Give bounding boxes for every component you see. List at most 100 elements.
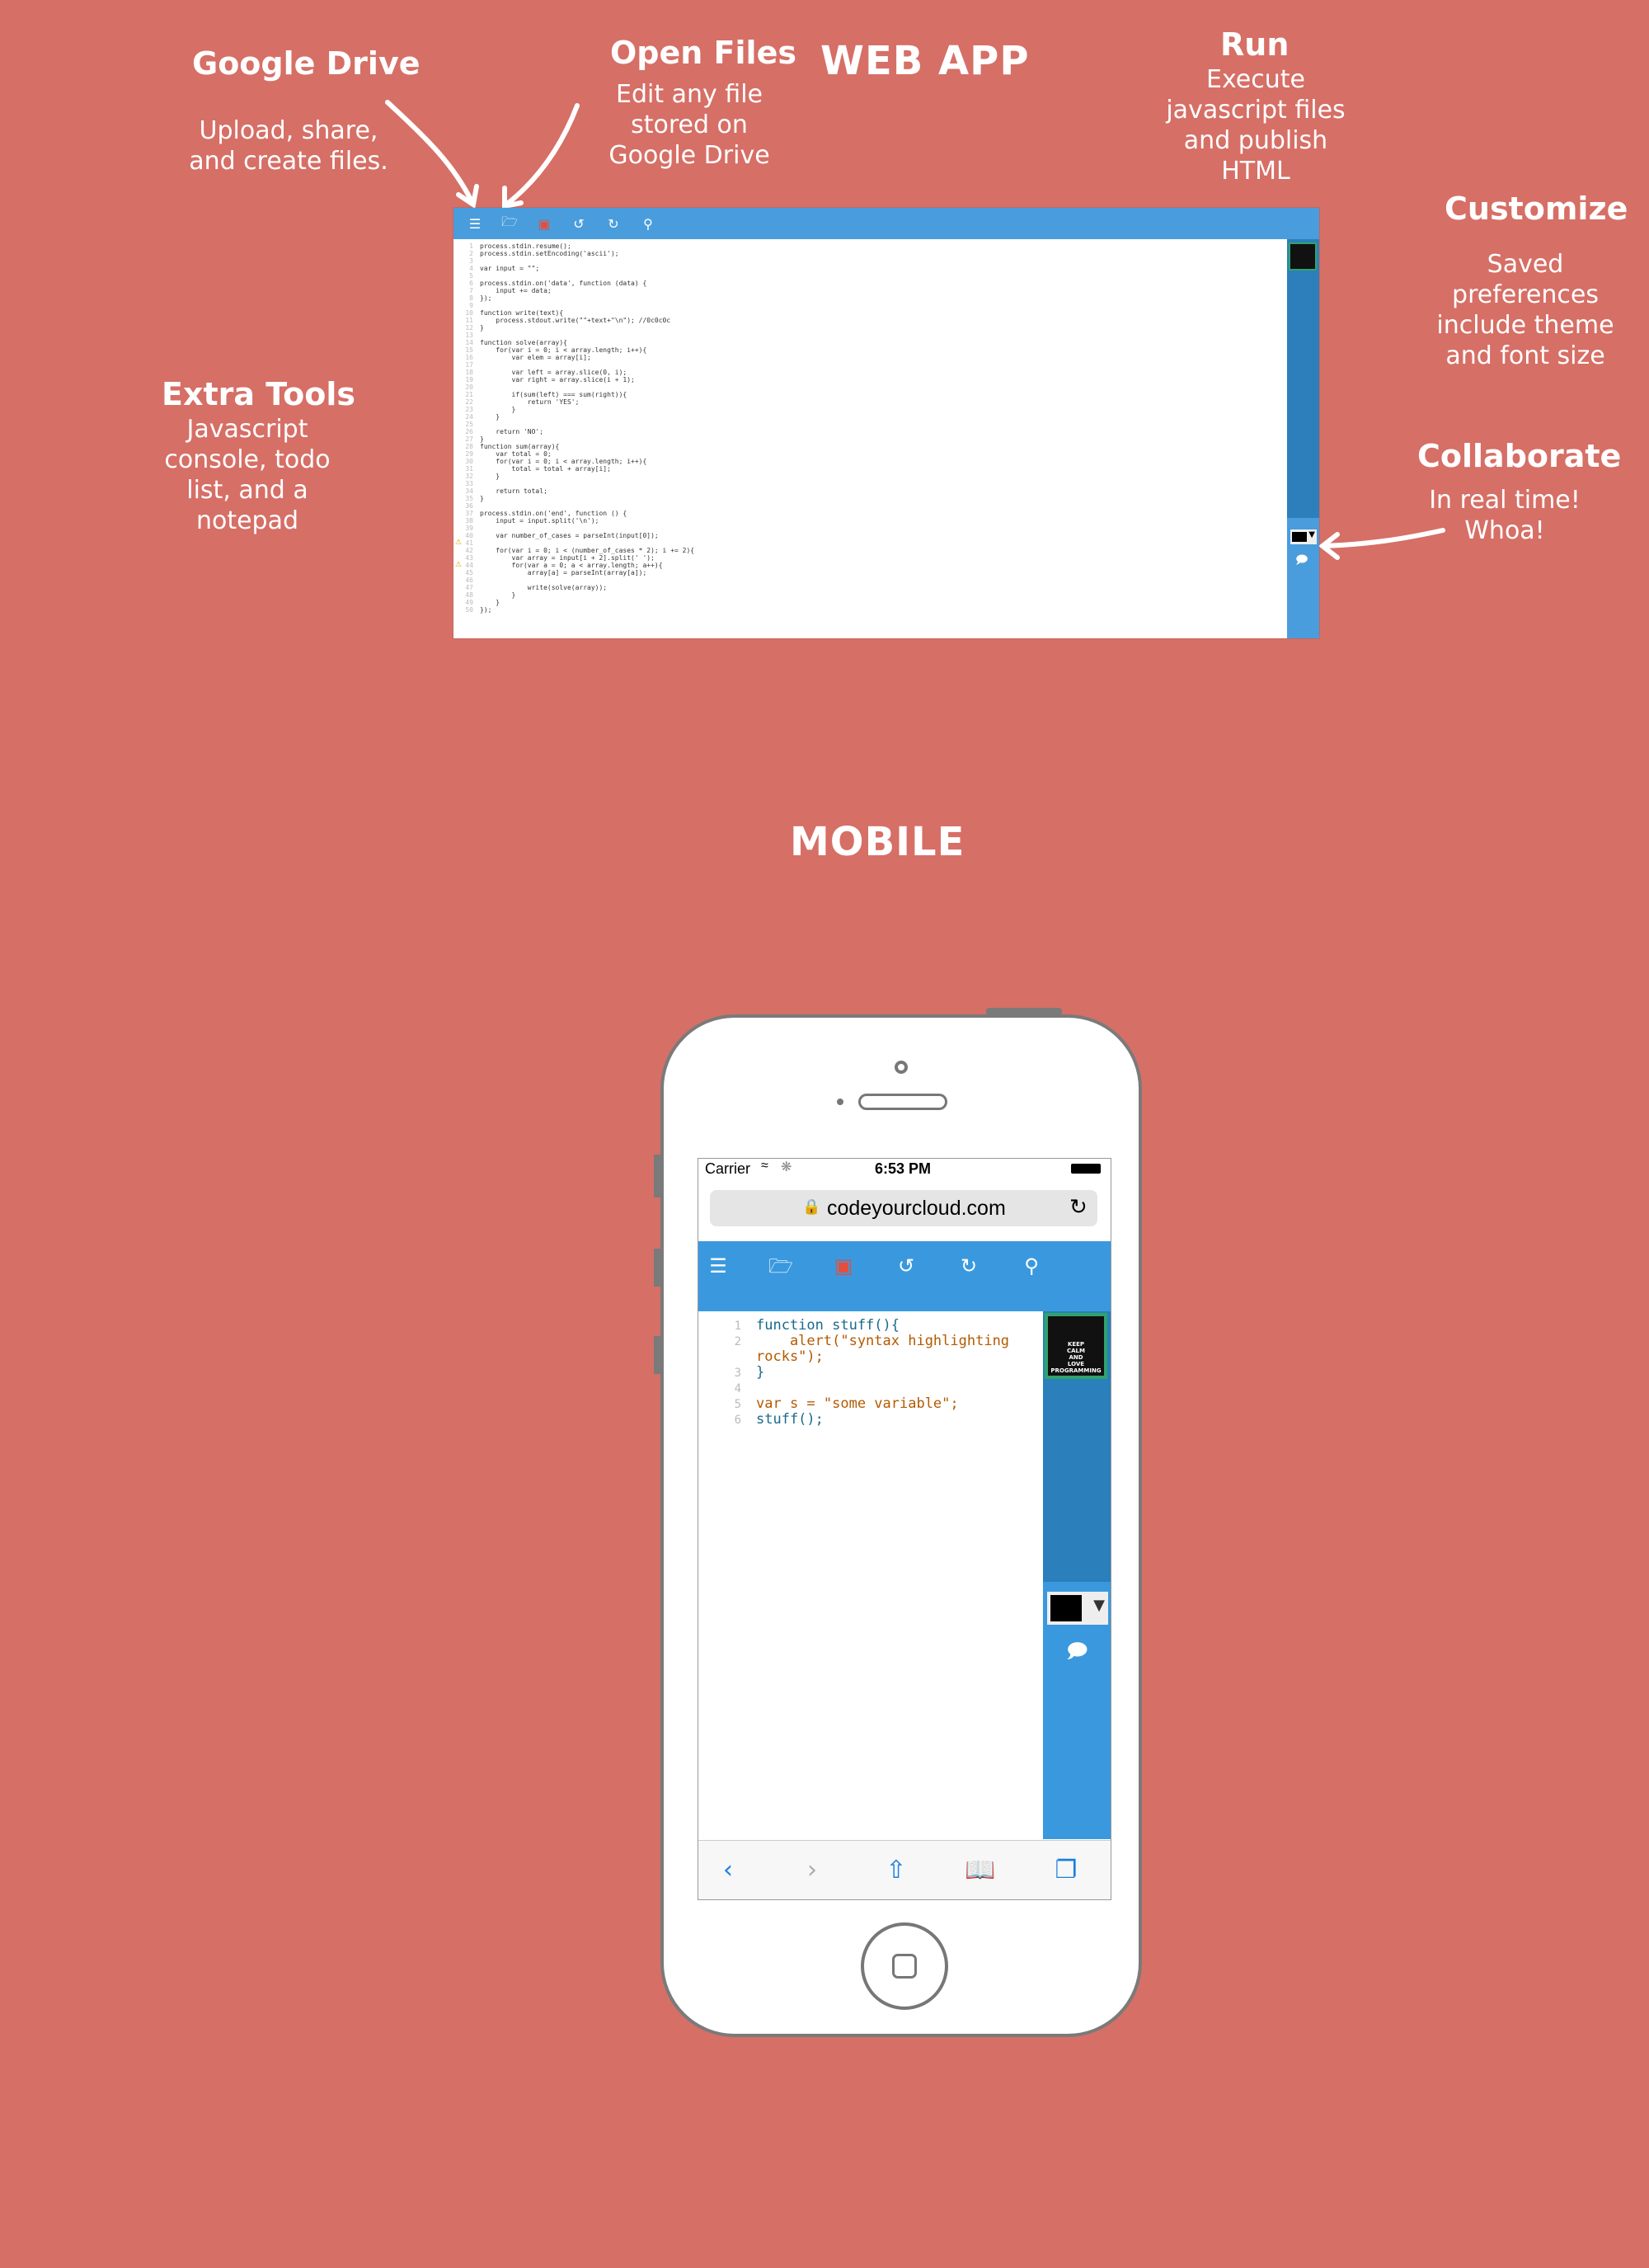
web-sidebar-panel	[1287, 239, 1319, 518]
code-line: 2 alert("syntax highlighting	[698, 1334, 1009, 1350]
code-line: 1 function stuff(){	[698, 1318, 900, 1334]
chat-icon[interactable]: 🗩	[1066, 1637, 1088, 1671]
line-number: 7	[469, 287, 473, 294]
line-number: 9	[469, 302, 473, 309]
code-line: 32 }	[453, 473, 500, 480]
web-code-editor[interactable]: ⚠ ⚠ 1 process.stdin.resume(); 2 process.std…	[453, 239, 1287, 635]
bookmarks-icon[interactable]: 📖	[962, 1852, 998, 1889]
code-text: }	[480, 324, 484, 332]
line-number: 29	[465, 450, 473, 458]
line-number: 28	[465, 443, 473, 450]
folder-open-icon[interactable]: 🗁	[493, 208, 526, 239]
line-number: 36	[465, 502, 473, 510]
code-text: process.stdout.write(""+text+"\n"); //0c…	[480, 317, 671, 324]
code-line: 50});	[453, 606, 491, 614]
back-icon[interactable]: ‹	[710, 1852, 746, 1889]
line-number: 35	[465, 495, 473, 502]
code-line: 33	[453, 480, 480, 487]
code-line: 9	[453, 302, 480, 309]
line-number: 25	[465, 421, 473, 428]
line-number: 48	[465, 591, 473, 599]
line-number: 10	[465, 309, 473, 317]
line-number: 47	[465, 584, 473, 591]
line-number: 27	[465, 435, 473, 443]
code-line: 20	[453, 383, 480, 391]
line-number: 50	[465, 606, 473, 614]
line-number: 5	[734, 1398, 741, 1411]
home-button[interactable]	[861, 1922, 948, 2010]
share-icon[interactable]: ⇧	[878, 1852, 914, 1889]
code-text: process.stdin.setEncoding('ascii');	[480, 250, 619, 257]
code-line: 12}	[453, 324, 484, 332]
code-line: 35}	[453, 495, 484, 502]
redo-icon[interactable]: ↻	[952, 1249, 985, 1282]
battery-icon	[1071, 1164, 1101, 1174]
code-line: 18 var left = array.slice(0, i);	[453, 369, 627, 376]
reload-icon[interactable]: ↻	[1069, 1194, 1088, 1220]
status-time: 6:53 PM	[875, 1160, 932, 1177]
code-line: 48 }	[453, 591, 515, 599]
line-number: 19	[465, 376, 473, 383]
code-line: 3}	[698, 1365, 765, 1381]
code-text: var array = input[i + 2].split(' ');	[480, 554, 655, 562]
code-text: var left = array.slice(0, i);	[480, 369, 627, 376]
line-number: 3	[734, 1367, 741, 1380]
code-line: 23 }	[453, 406, 515, 413]
undo-icon[interactable]: ↺	[562, 208, 595, 239]
code-line: 30 for(var i = 0; i < array.length; i++)…	[453, 458, 646, 465]
theme-selector[interactable]: ▼	[1047, 1592, 1108, 1625]
menu-icon[interactable]: ☰	[702, 1249, 735, 1282]
line-number: 43	[465, 554, 473, 562]
menu-icon[interactable]: ☰	[458, 208, 491, 239]
redo-icon[interactable]: ↻	[597, 208, 630, 239]
save-icon[interactable]: ▣	[827, 1249, 860, 1282]
line-number: 17	[465, 361, 473, 369]
google-drive-arrow	[385, 100, 474, 204]
mobile-code-editor[interactable]: 1 function stuff(){2 alert("syntax highli…	[698, 1311, 1043, 1839]
line-number: 6	[469, 280, 473, 287]
address-bar[interactable]: 🔒 codeyourcloud.com ↻	[710, 1190, 1097, 1226]
code-text: for(var i = 0; i < (number_of_cases * 2)…	[480, 547, 695, 554]
web-toolbar: ☰ 🗁 ▣ ↺ ↻ ⚲	[453, 208, 1319, 239]
line-number: 39	[465, 525, 473, 532]
search-icon[interactable]: ⚲	[1015, 1249, 1048, 1282]
line-number: 13	[465, 332, 473, 339]
line-number: 8	[469, 294, 473, 302]
folder-open-icon[interactable]: 🗁	[764, 1249, 797, 1282]
theme-selector[interactable]: ▼	[1290, 529, 1317, 544]
code-line: 24 }	[453, 413, 500, 421]
code-text: }	[480, 435, 484, 443]
web-app-screenshot: ☰ 🗁 ▣ ↺ ↻ ⚲ ⚠ ⚠ 1 process.stdin.resume();…	[453, 208, 1319, 638]
code-line: 5 var s = "some variable";	[698, 1396, 959, 1413]
code-text: }	[480, 495, 484, 502]
web-sidebar: ▼ 🗩	[1287, 239, 1319, 638]
tabs-icon[interactable]: ❐	[1048, 1852, 1084, 1889]
line-number: 21	[465, 391, 473, 398]
line-number: 2	[734, 1335, 741, 1348]
code-text: }	[480, 413, 500, 421]
undo-icon[interactable]: ↺	[890, 1249, 923, 1282]
wifi-icon: ≈	[761, 1159, 768, 1173]
search-icon[interactable]: ⚲	[632, 208, 665, 239]
keep-calm-poster[interactable]	[1289, 242, 1317, 271]
forward-icon[interactable]: ›	[794, 1852, 830, 1889]
code-text: });	[480, 294, 492, 302]
code-line: rocks");	[698, 1349, 824, 1365]
url-text: codeyourcloud.com	[827, 1197, 1006, 1220]
code-line: 22 return 'YES';	[453, 398, 579, 406]
code-line: 34 return total;	[453, 487, 547, 495]
code-text: function stuff(){	[756, 1317, 900, 1334]
code-text: input += data;	[480, 287, 552, 294]
line-number: 12	[465, 324, 473, 332]
code-text: input = input.split('\n');	[480, 517, 599, 525]
line-number: 32	[465, 473, 473, 480]
save-icon[interactable]: ▣	[528, 208, 561, 239]
line-number: 1	[734, 1320, 741, 1333]
chat-icon[interactable]: 🗩	[1295, 551, 1308, 571]
code-text: return total;	[480, 487, 547, 495]
keep-calm-poster[interactable]: KEEP CALM AND LOVE PROGRAMMING	[1045, 1313, 1107, 1379]
code-text: array[a] = parseInt(array[a]);	[480, 569, 647, 576]
code-text: }	[480, 599, 500, 606]
lock-icon: 🔒	[802, 1198, 821, 1215]
code-text: var elem = array[i];	[480, 354, 591, 361]
